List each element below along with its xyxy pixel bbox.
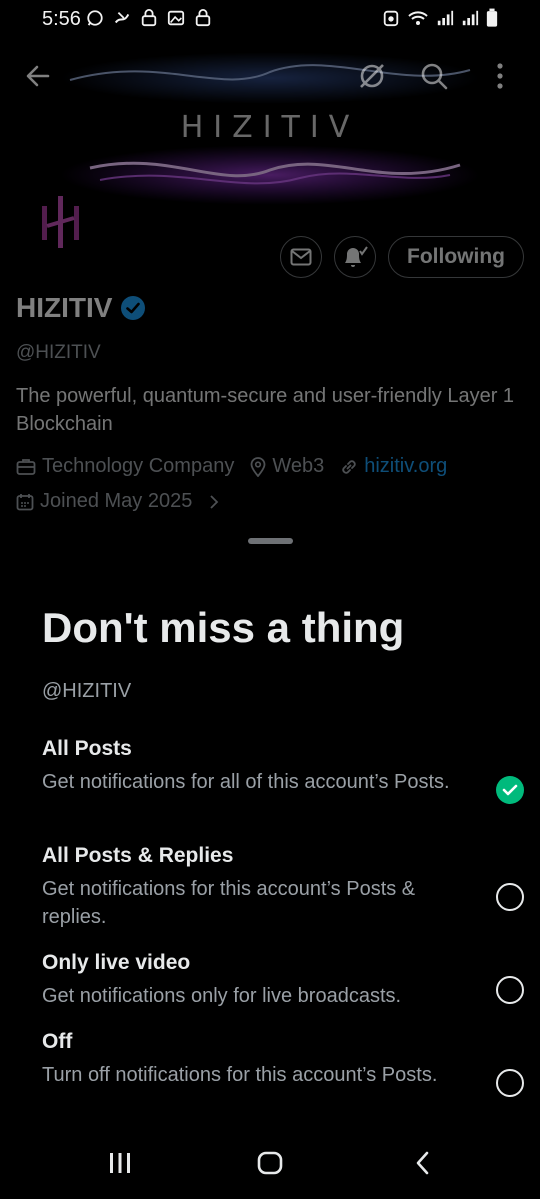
website-item[interactable]: hizitiv.org (340, 455, 447, 478)
option-description: Get notifications only for live broadcas… (42, 985, 402, 1007)
home-button[interactable] (246, 1143, 294, 1183)
checkmark-icon (502, 784, 518, 796)
back-nav-button[interactable] (398, 1143, 446, 1183)
website-link[interactable]: hizitiv.org (364, 455, 447, 478)
option-description: Turn off notifications for this account’… (42, 1064, 438, 1086)
category-label: Technology Company (42, 455, 235, 477)
display-name: HIZITIV (16, 292, 113, 323)
bell-check-icon (345, 246, 368, 267)
grok-icon (360, 64, 384, 88)
option-title: All Posts (42, 737, 132, 760)
profile-actions: Following (280, 236, 524, 278)
back-button[interactable] (18, 56, 58, 96)
message-button[interactable] (280, 236, 323, 278)
home-icon (257, 1151, 283, 1175)
back-arrow-icon (26, 65, 50, 87)
whatsapp-icon (87, 10, 103, 26)
joined-item: Joined May 2025 (16, 490, 192, 513)
profile-name-row: HIZITIV (16, 292, 146, 324)
briefcase-icon (16, 458, 36, 475)
status-time: 5:56 (42, 8, 81, 30)
status-left-icons (86, 8, 212, 28)
option-off[interactable]: Off Turn off notifications for this acco… (42, 1029, 512, 1089)
location-item: Web3 (250, 455, 324, 478)
grok-button[interactable] (352, 56, 392, 96)
option-all-posts[interactable]: All Posts Get notifications for all of t… (42, 736, 512, 796)
lock-icon (141, 9, 157, 27)
option-title: Off (42, 1030, 73, 1053)
radio-only-live-video[interactable] (496, 976, 524, 1004)
option-description: Get notifications for this account’s Pos… (42, 878, 416, 928)
search-button[interactable] (414, 56, 454, 96)
status-right-icons (382, 8, 498, 28)
more-vertical-icon (497, 63, 503, 89)
radio-all-posts-replies[interactable] (496, 883, 524, 911)
wifi-icon (408, 11, 428, 25)
location-pin-icon (250, 456, 266, 477)
sheet-handle: @HIZITIV (42, 680, 132, 702)
alarm-icon (383, 10, 399, 27)
option-title: All Posts & Replies (42, 844, 234, 867)
option-description: Get notifications for all of this accoun… (42, 771, 450, 793)
profile-bio: The powerful, quantum-secure and user-fr… (16, 385, 515, 435)
notifications-button[interactable] (334, 236, 377, 278)
system-nav-bar (0, 1133, 540, 1199)
profile-handle: @HIZITIV (16, 342, 101, 363)
recent-apps-button[interactable] (96, 1143, 144, 1183)
sheet-title: Don't miss a thing (42, 604, 405, 651)
signal-icon (462, 10, 479, 26)
envelope-icon (290, 248, 312, 266)
lock-icon (195, 9, 211, 27)
link-icon (342, 459, 356, 474)
location-label: Web3 (272, 455, 325, 477)
image-icon (167, 10, 185, 26)
joined-label: Joined May 2025 (40, 490, 193, 512)
category-item: Technology Company (16, 455, 234, 478)
status-bar: 5:56 (0, 0, 540, 40)
x-notification-icon (114, 11, 130, 24)
radio-off[interactable] (496, 1069, 524, 1097)
more-options-button[interactable] (480, 56, 520, 96)
calendar-icon (16, 493, 34, 510)
profile-meta-row: Technology Company Web3 hizitiv.org (16, 455, 463, 478)
option-title: Only live video (42, 951, 191, 974)
battery-icon (486, 8, 498, 27)
verified-badge-icon (121, 296, 146, 320)
radio-all-posts[interactable] (496, 776, 524, 804)
option-only-live-video[interactable]: Only live video Get notifications only f… (42, 950, 512, 1010)
profile-joined-row[interactable]: Joined May 2025 (16, 490, 220, 513)
signal-icon (437, 10, 454, 26)
chevron-left-icon (416, 1151, 429, 1175)
option-all-posts-replies[interactable]: All Posts & Replies Get notifications fo… (42, 843, 512, 931)
banner-wordmark: HIZITIV (180, 110, 360, 145)
chevron-right-icon (210, 494, 219, 509)
search-icon (421, 63, 448, 90)
avatar[interactable] (40, 196, 84, 248)
following-button[interactable]: Following (388, 236, 524, 278)
sheet-grab-handle[interactable] (248, 538, 293, 544)
recent-apps-icon (110, 1153, 130, 1173)
